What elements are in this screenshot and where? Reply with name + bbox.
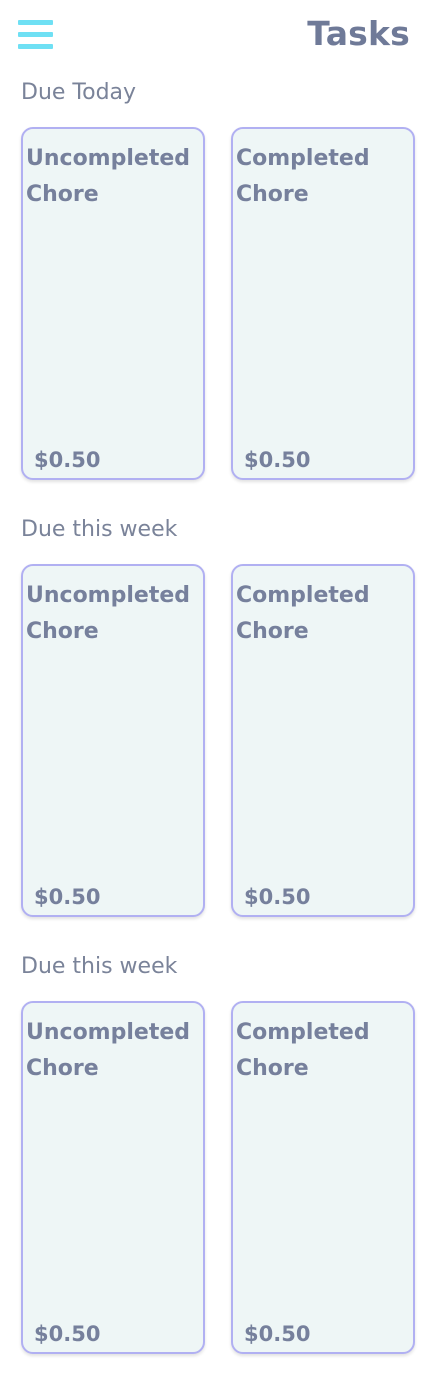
menu-bar bbox=[18, 20, 53, 25]
section-title: Due Today bbox=[21, 80, 137, 105]
section-title: Due this week bbox=[21, 954, 178, 979]
task-card[interactable]: Uncompleted Chore $0.50 bbox=[21, 1001, 205, 1354]
app-header: Tasks bbox=[0, 0, 428, 70]
task-title: Uncompleted Chore bbox=[26, 583, 191, 644]
task-price: $0.50 bbox=[34, 448, 101, 472]
menu-bar bbox=[18, 32, 53, 37]
task-title: Completed Chore bbox=[236, 583, 370, 644]
task-price: $0.50 bbox=[244, 885, 311, 909]
menu-bar bbox=[18, 44, 53, 49]
task-card[interactable]: Completed Chore $0.50 bbox=[231, 1001, 415, 1354]
task-price: $0.50 bbox=[244, 1322, 311, 1346]
task-card[interactable]: Uncompleted Chore $0.50 bbox=[21, 564, 205, 917]
task-card[interactable]: Completed Chore $0.50 bbox=[231, 564, 415, 917]
task-card[interactable]: Uncompleted Chore $0.50 bbox=[21, 127, 205, 480]
task-price: $0.50 bbox=[34, 885, 101, 909]
task-title: Completed Chore bbox=[236, 146, 370, 207]
task-title: Uncompleted Chore bbox=[26, 1020, 191, 1081]
task-title: Uncompleted Chore bbox=[26, 146, 191, 207]
hamburger-menu-icon[interactable] bbox=[18, 20, 53, 49]
page-title: Tasks bbox=[307, 14, 410, 53]
task-price: $0.50 bbox=[244, 448, 311, 472]
task-title: Completed Chore bbox=[236, 1020, 370, 1081]
task-price: $0.50 bbox=[34, 1322, 101, 1346]
task-card[interactable]: Completed Chore $0.50 bbox=[231, 127, 415, 480]
section-title: Due this week bbox=[21, 517, 178, 542]
